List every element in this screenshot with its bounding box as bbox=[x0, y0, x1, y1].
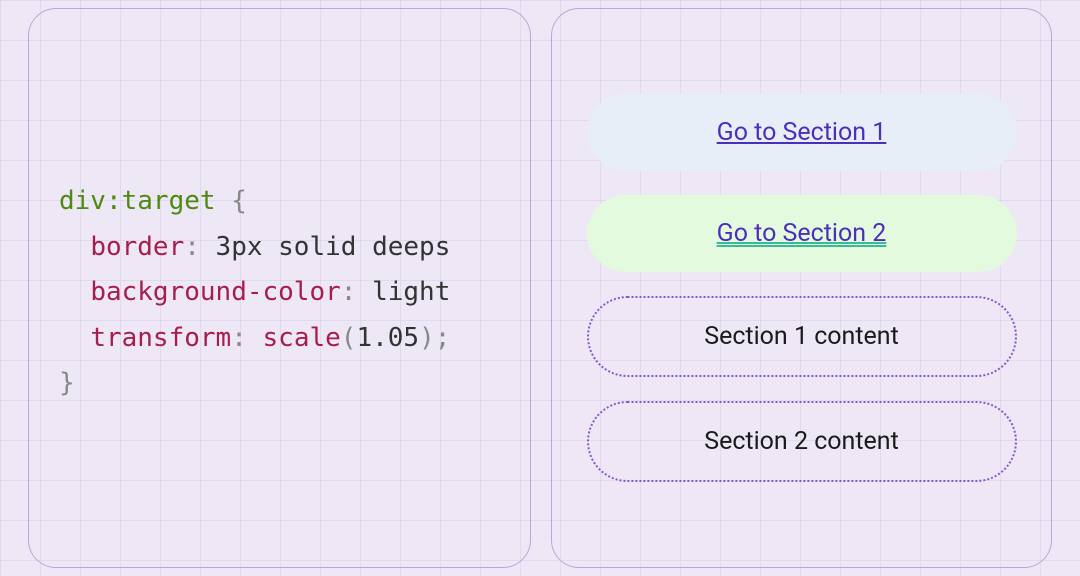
link-section-1[interactable]: Go to Section 1 bbox=[587, 94, 1017, 171]
semicolon: ; bbox=[435, 323, 451, 353]
paren-open: ( bbox=[341, 323, 357, 353]
css-number: 1.05 bbox=[356, 323, 419, 353]
paren-close: ) bbox=[419, 323, 435, 353]
css-selector: div bbox=[59, 186, 106, 216]
brace-open: { bbox=[231, 186, 247, 216]
css-property: border bbox=[90, 232, 184, 262]
section-2: Section 2 content bbox=[587, 401, 1017, 482]
colon: : bbox=[341, 277, 357, 307]
brace-close: } bbox=[59, 368, 75, 398]
code-block: div:target { border: 3px solid deeps bac… bbox=[59, 179, 510, 407]
code-panel: div:target { border: 3px solid deeps bac… bbox=[28, 8, 531, 568]
section-1: Section 1 content bbox=[587, 296, 1017, 377]
css-pseudo: :target bbox=[106, 186, 216, 216]
css-property: transform bbox=[90, 323, 231, 353]
colon: : bbox=[231, 323, 247, 353]
css-value: light bbox=[356, 277, 450, 307]
link-section-2[interactable]: Go to Section 2 bbox=[587, 195, 1017, 272]
css-value: 3px solid deeps bbox=[200, 232, 450, 262]
demo-panel: Go to Section 1 Go to Section 2 Section … bbox=[551, 8, 1052, 568]
css-property: background-color bbox=[90, 277, 340, 307]
colon: : bbox=[184, 232, 200, 262]
css-function: scale bbox=[263, 323, 341, 353]
